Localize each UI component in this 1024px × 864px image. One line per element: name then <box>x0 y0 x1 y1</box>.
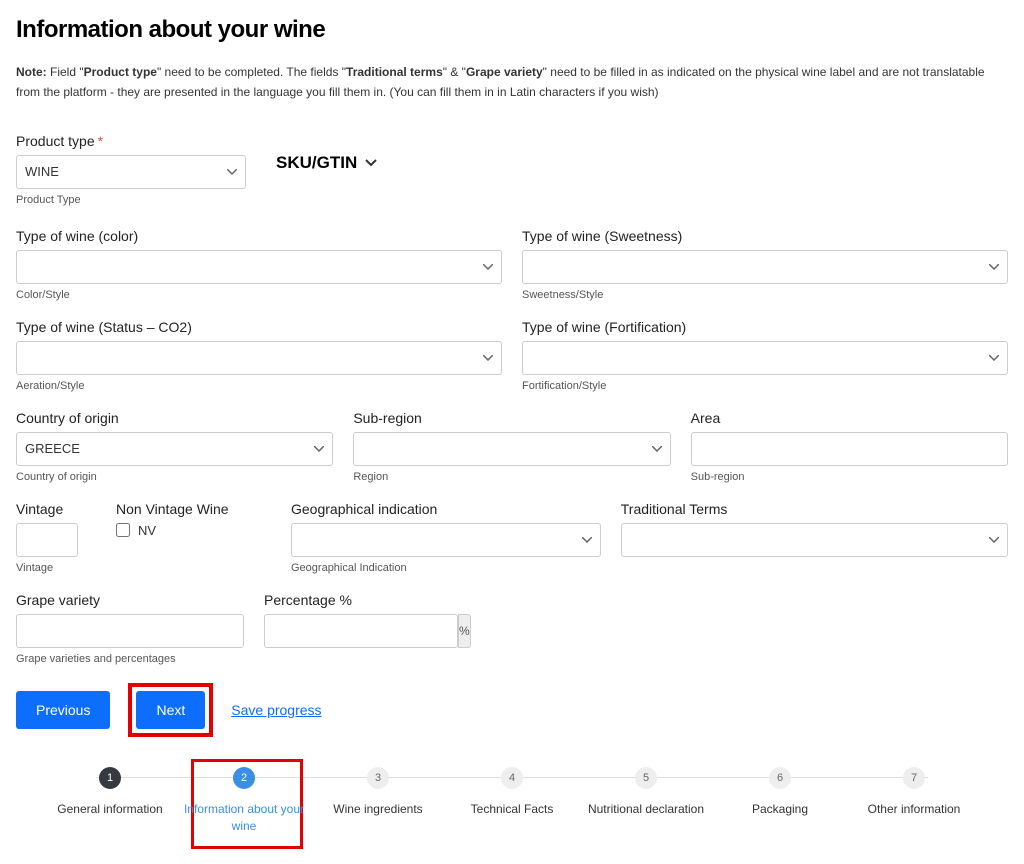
step-6-label: Packaging <box>752 801 808 818</box>
country-label: Country of origin <box>16 410 333 426</box>
subregion-select[interactable] <box>353 432 670 466</box>
product-type-select[interactable]: WINE <box>16 155 246 189</box>
step-1-label: General information <box>57 801 162 818</box>
fortification-select[interactable] <box>522 341 1008 375</box>
vintage-input[interactable] <box>16 523 78 557</box>
subregion-helper: Region <box>353 471 670 483</box>
traditional-select[interactable] <box>621 523 1008 557</box>
geo-helper: Geographical Indication <box>291 562 601 574</box>
traditional-label: Traditional Terms <box>621 501 1008 517</box>
save-progress-link[interactable]: Save progress <box>231 702 321 718</box>
sweetness-select[interactable] <box>522 250 1008 284</box>
grape-helper: Grape varieties and percentages <box>16 653 244 665</box>
next-button-highlight: Next <box>128 683 213 737</box>
nv-checkbox[interactable] <box>116 523 130 537</box>
vintage-label: Vintage <box>16 501 96 517</box>
page-title: Information about your wine <box>16 16 1008 44</box>
area-label: Area <box>691 410 1008 426</box>
fortification-helper: Fortification/Style <box>522 380 1008 392</box>
step-4-circle[interactable]: 4 <box>501 767 523 789</box>
color-label: Type of wine (color) <box>16 228 502 244</box>
sweetness-label: Type of wine (Sweetness) <box>522 228 1008 244</box>
step-4-label: Technical Facts <box>471 801 554 818</box>
previous-button[interactable]: Previous <box>16 691 110 729</box>
grape-label: Grape variety <box>16 592 244 608</box>
nv-check-label: NV <box>138 523 156 538</box>
step-2-label: Information about your wine <box>180 801 308 835</box>
vintage-helper: Vintage <box>16 562 96 574</box>
geo-label: Geographical indication <box>291 501 601 517</box>
subregion-label: Sub-region <box>353 410 670 426</box>
nv-label: Non Vintage Wine <box>116 501 271 517</box>
step-2-circle[interactable]: 2 <box>233 767 255 789</box>
step-7-label: Other information <box>868 801 961 818</box>
area-helper: Sub-region <box>691 471 1008 483</box>
progress-stepper: 1 General information 2 Information about … <box>46 767 978 835</box>
sku-gtin-toggle[interactable]: SKU/GTIN <box>276 153 377 173</box>
country-helper: Country of origin <box>16 471 333 483</box>
step-7-circle[interactable]: 7 <box>903 767 925 789</box>
geo-select[interactable] <box>291 523 601 557</box>
sweetness-helper: Sweetness/Style <box>522 289 1008 301</box>
product-type-helper: Product Type <box>16 194 246 206</box>
status-label: Type of wine (Status – CO2) <box>16 319 502 335</box>
step-1-circle[interactable]: 1 <box>99 767 121 789</box>
step-5-label: Nutritional declaration <box>588 801 704 818</box>
step-3-circle[interactable]: 3 <box>367 767 389 789</box>
step-5-circle[interactable]: 5 <box>635 767 657 789</box>
product-type-label: Product type* <box>16 133 246 149</box>
step-6-circle[interactable]: 6 <box>769 767 791 789</box>
color-select[interactable] <box>16 250 502 284</box>
country-select[interactable]: GREECE <box>16 432 333 466</box>
color-helper: Color/Style <box>16 289 502 301</box>
status-helper: Aeration/Style <box>16 380 502 392</box>
grape-input[interactable] <box>16 614 244 648</box>
step-3-label: Wine ingredients <box>333 801 422 818</box>
chevron-down-icon <box>365 159 377 167</box>
area-input[interactable] <box>691 432 1008 466</box>
fortification-label: Type of wine (Fortification) <box>522 319 1008 335</box>
status-select[interactable] <box>16 341 502 375</box>
form-note: Note: Field "Product type" need to be co… <box>16 62 1008 103</box>
pct-label: Percentage % <box>264 592 409 608</box>
next-button[interactable]: Next <box>136 691 205 729</box>
